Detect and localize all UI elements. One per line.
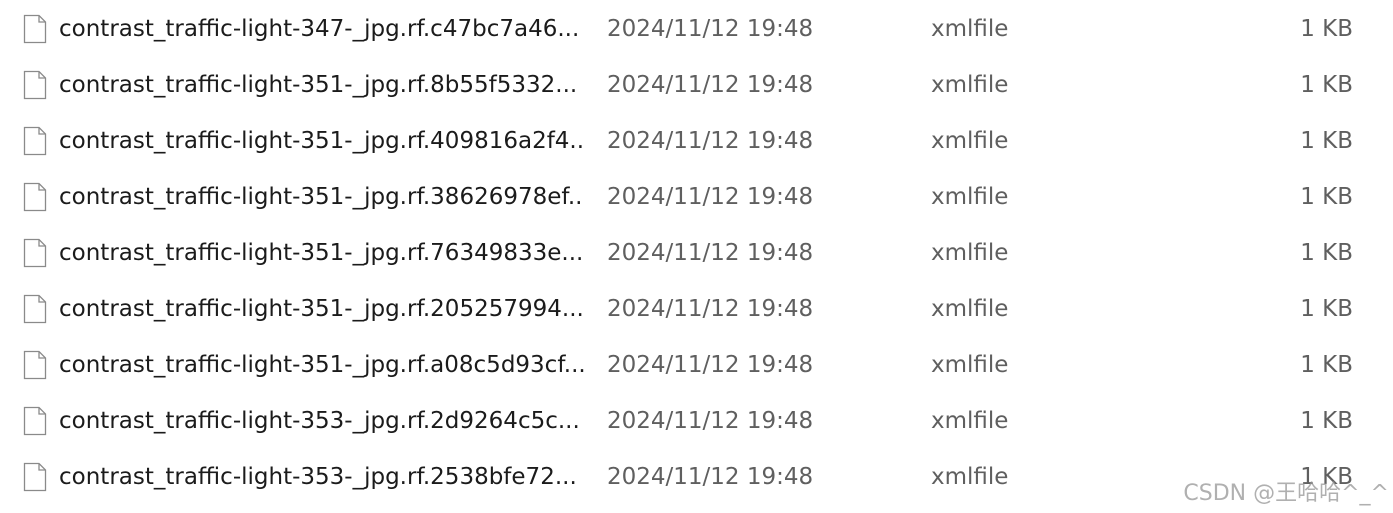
file-date-modified: 2024/11/12 19:48	[607, 184, 814, 210]
file-size: 1 KB	[1300, 128, 1353, 154]
file-size: 1 KB	[1300, 408, 1353, 434]
file-name[interactable]: contrast_traffic-light-353-_jpg.rf.2538b…	[59, 455, 584, 499]
file-name[interactable]: contrast_traffic-light-351-_jpg.rf.a08c5…	[59, 343, 584, 387]
file-type: xmlfile	[931, 408, 1009, 434]
file-icon	[23, 406, 47, 436]
file-row[interactable]: contrast_traffic-light-351-_jpg.rf.40981…	[0, 119, 1393, 175]
file-type: xmlfile	[931, 16, 1009, 42]
file-icon	[23, 14, 47, 44]
file-size: 1 KB	[1300, 184, 1353, 210]
file-row[interactable]: contrast_traffic-light-351-_jpg.rf.20525…	[0, 287, 1393, 343]
file-type: xmlfile	[931, 352, 1009, 378]
file-type: xmlfile	[931, 296, 1009, 322]
file-icon	[23, 182, 47, 212]
file-date-modified: 2024/11/12 19:48	[607, 128, 814, 154]
file-name[interactable]: contrast_traffic-light-351-_jpg.rf.8b55f…	[59, 63, 584, 107]
file-row[interactable]: contrast_traffic-light-351-_jpg.rf.38626…	[0, 175, 1393, 231]
file-row[interactable]: contrast_traffic-light-351-_jpg.rf.a08c5…	[0, 343, 1393, 399]
file-name[interactable]: contrast_traffic-light-351-_jpg.rf.38626…	[59, 175, 584, 219]
file-icon	[23, 70, 47, 100]
file-list: contrast_traffic-light-347-_jpg.rf.c47bc…	[0, 7, 1393, 511]
file-type: xmlfile	[931, 72, 1009, 98]
file-type: xmlfile	[931, 128, 1009, 154]
file-name[interactable]: contrast_traffic-light-351-_jpg.rf.76349…	[59, 231, 584, 275]
file-icon	[23, 350, 47, 380]
file-date-modified: 2024/11/12 19:48	[607, 408, 814, 434]
file-size: 1 KB	[1300, 352, 1353, 378]
file-icon	[23, 238, 47, 268]
file-size: 1 KB	[1300, 16, 1353, 42]
file-icon	[23, 294, 47, 324]
file-size: 1 KB	[1300, 240, 1353, 266]
file-type: xmlfile	[931, 464, 1009, 490]
file-date-modified: 2024/11/12 19:48	[607, 464, 814, 490]
file-size: 1 KB	[1300, 296, 1353, 322]
file-name[interactable]: contrast_traffic-light-351-_jpg.rf.40981…	[59, 119, 584, 163]
file-row[interactable]: contrast_traffic-light-353-_jpg.rf.2d926…	[0, 399, 1393, 455]
file-type: xmlfile	[931, 184, 1009, 210]
file-date-modified: 2024/11/12 19:48	[607, 16, 814, 42]
file-icon	[23, 126, 47, 156]
file-date-modified: 2024/11/12 19:48	[607, 240, 814, 266]
file-date-modified: 2024/11/12 19:48	[607, 72, 814, 98]
file-date-modified: 2024/11/12 19:48	[607, 296, 814, 322]
file-date-modified: 2024/11/12 19:48	[607, 352, 814, 378]
file-size: 1 KB	[1300, 72, 1353, 98]
file-name[interactable]: contrast_traffic-light-351-_jpg.rf.20525…	[59, 287, 584, 331]
file-row[interactable]: contrast_traffic-light-347-_jpg.rf.c47bc…	[0, 7, 1393, 63]
file-name[interactable]: contrast_traffic-light-347-_jpg.rf.c47bc…	[59, 7, 584, 51]
watermark: CSDN @王哈哈^_^	[1183, 481, 1389, 506]
file-name[interactable]: contrast_traffic-light-353-_jpg.rf.2d926…	[59, 399, 584, 443]
file-row[interactable]: contrast_traffic-light-351-_jpg.rf.76349…	[0, 231, 1393, 287]
file-icon	[23, 462, 47, 492]
file-type: xmlfile	[931, 240, 1009, 266]
file-row[interactable]: contrast_traffic-light-351-_jpg.rf.8b55f…	[0, 63, 1393, 119]
